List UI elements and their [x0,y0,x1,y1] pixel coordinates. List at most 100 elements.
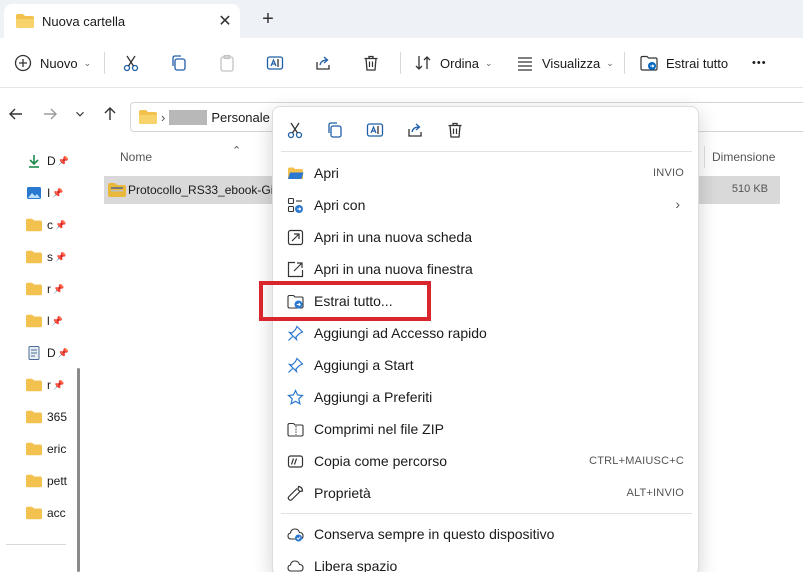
view-list-icon [518,57,532,71]
pin-icon: 📌 [57,155,69,166]
command-bar: Nuovo ⌄ Ordina ⌄ Visualizza ⌄ Estrai tut… [0,38,803,88]
scissors-icon [123,55,139,72]
cut-button[interactable] [122,50,140,76]
menu-divider [281,513,692,514]
sidebar-item[interactable]: r 📌 [26,376,76,394]
folder-icon [26,218,42,232]
file-name: Protocollo_RS33_ebook-Gio [128,183,281,197]
menu-item-pin-start[interactable]: Aggiungi a Start [277,350,696,380]
open-with-icon [287,197,303,213]
folder-icon [26,250,42,264]
arrow-up-icon [104,107,116,120]
new-window-icon [287,261,304,278]
breadcrumb-personale[interactable]: Personale [211,110,270,125]
share-button[interactable] [314,50,332,76]
menu-item-add-favorites[interactable]: Aggiungi a Preferiti [277,382,696,412]
menu-divider [281,151,692,152]
menu-item-open-new-window[interactable]: Apri in una nuova finestra [277,254,696,284]
pin-icon: 📌 [52,187,64,198]
extract-icon [640,55,658,71]
new-button[interactable]: Nuovo ⌄ [14,50,91,76]
menu-item-copy-path[interactable]: Copia come percorso CTRL+MAIUSC+C [277,446,696,476]
shortcut-label: INVIO [653,167,684,179]
menu-item-open-new-tab[interactable]: Apri in una nuova scheda [277,222,696,252]
sidebar-item[interactable]: D 📌 [26,344,76,362]
redacted-breadcrumb [169,109,208,125]
back-button[interactable] [6,106,26,126]
sidebar-item[interactable]: D 📌 [26,152,76,170]
column-header-size[interactable]: Dimensione [712,150,775,164]
image-icon [27,187,41,199]
up-button[interactable] [100,106,120,126]
view-label: Visualizza [542,55,601,71]
pin-icon [287,325,304,342]
new-tab-icon [287,229,304,246]
paste-button[interactable] [218,50,236,76]
extract-all-button[interactable]: Estrai tutto [640,50,728,76]
folder-icon [26,378,42,392]
menu-item-open[interactable]: Apri INVIO [277,158,696,188]
arrow-right-icon [44,108,57,120]
trash-icon [364,55,378,71]
menu-cut-button[interactable] [284,119,306,141]
menu-share-button[interactable] [404,119,426,141]
tab-nuova-cartella[interactable]: Nuova cartella ✕ [4,4,240,38]
column-header-name[interactable]: Nome [120,150,152,164]
sidebar-item[interactable]: pett [26,472,76,490]
navigation-pane: D 📌 I 📌 c 📌 s 📌 r 📌 l 📌 D 📌 r 📌 365 eric pett [0,144,80,572]
sidebar-item[interactable]: 365 [26,408,76,426]
sort-button[interactable]: Ordina ⌄ [414,50,493,76]
menu-item-compress-zip[interactable]: Comprimi nel file ZIP [277,414,696,444]
menu-delete-button[interactable] [444,119,466,141]
sort-label: Ordina [440,55,480,71]
copy-icon [328,122,342,138]
recent-locations-button[interactable] [70,106,90,126]
sidebar-item[interactable]: acc [26,504,76,522]
copy-button[interactable] [170,50,188,76]
cloud-icon [287,560,304,572]
copy-path-icon [287,455,304,468]
delete-button[interactable] [362,50,380,76]
sidebar-item[interactable]: s 📌 [26,248,76,266]
menu-copy-button[interactable] [324,119,346,141]
column-divider [704,146,705,168]
rename-button[interactable] [266,50,284,76]
star-icon [287,389,304,405]
view-button[interactable]: Visualizza ⌄ [516,50,614,76]
tab-close-button[interactable]: ✕ [212,11,238,31]
new-tab-button[interactable]: + [256,6,280,32]
context-menu-quick-actions [273,107,700,151]
menu-item-free-space[interactable]: Libera spazio [277,551,696,572]
scissors-icon [287,122,303,139]
pin-start-icon [287,357,304,374]
sidebar-item[interactable]: l 📌 [26,312,76,330]
menu-item-properties[interactable]: Proprietà ALT+INVIO [277,478,696,508]
chevron-down-icon: ⌄ [83,57,92,68]
sidebar-item[interactable]: r 📌 [26,280,76,298]
sidebar-scrollbar[interactable] [77,368,80,572]
chevron-down-icon: ⌄ [485,57,493,68]
menu-item-keep-on-device[interactable]: Conserva sempre in questo dispositivo [277,519,696,549]
file-size: 510 KB [731,183,768,195]
sidebar-item[interactable]: eric [26,440,76,458]
folder-icon [26,282,42,296]
menu-rename-button[interactable] [364,119,386,141]
toolbar-divider [104,52,105,74]
zip-icon [287,422,304,437]
extract-all-label: Estrai tutto [666,55,729,71]
sidebar-item[interactable]: c 📌 [26,216,76,234]
pin-icon: 📌 [55,251,67,262]
breadcrumb-separator: › [161,109,166,125]
toolbar-divider [624,52,625,74]
pin-icon: 📌 [53,283,65,294]
more-options-button[interactable]: ••• [752,50,767,76]
folder-icon [26,442,42,456]
menu-item-pin-quick-access[interactable]: Aggiungi ad Accesso rapido [277,318,696,348]
folder-open-icon [288,167,304,179]
sidebar-item[interactable]: I 📌 [26,184,76,202]
menu-item-open-with[interactable]: Apri con › [277,190,696,220]
pin-icon: 📌 [51,315,63,326]
forward-button[interactable] [40,106,60,126]
document-icon [28,346,40,360]
sidebar-divider [6,544,66,545]
